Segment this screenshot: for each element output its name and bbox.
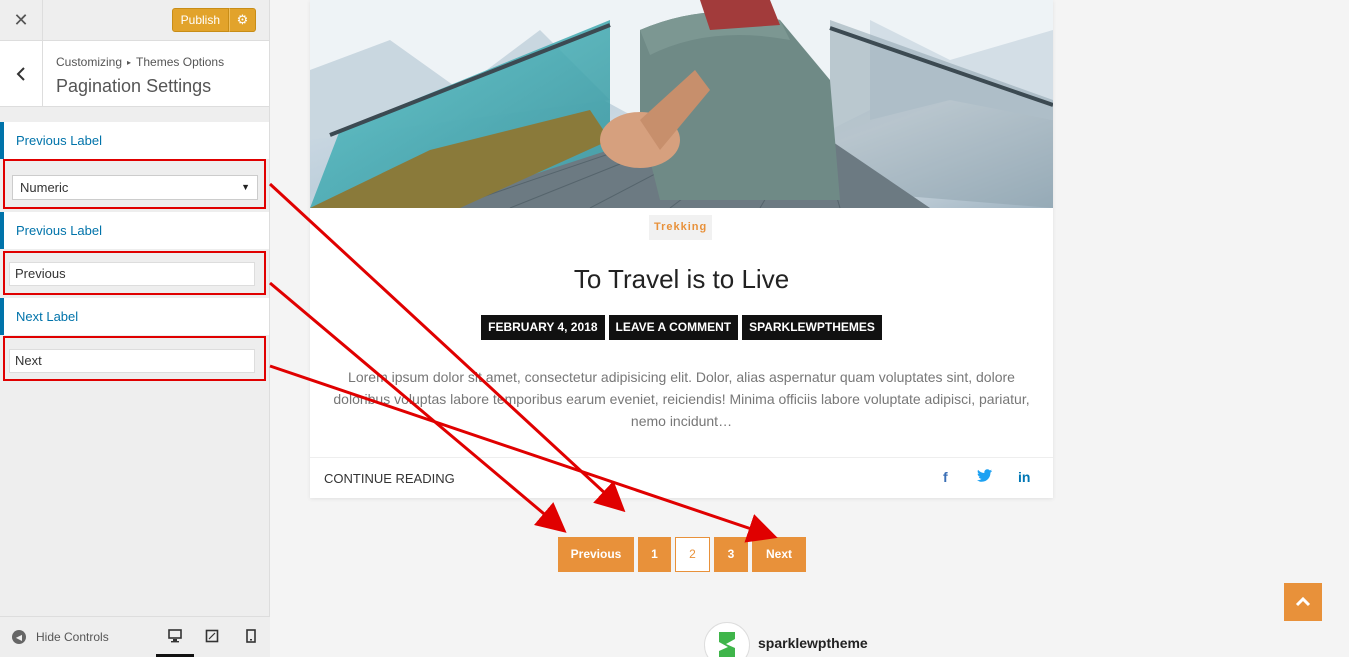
breadcrumb-separator: ▸ [127,58,132,67]
sidebar-footer: ◀ Hide Controls [0,616,270,657]
linkedin-icon: in [1018,469,1031,485]
pagination-previous-button[interactable]: Previous [558,537,634,572]
publish-settings-button[interactable]: ⚙ [229,8,256,32]
post-excerpt: Lorem ipsum dolor sit amet, consectetur … [333,369,1030,429]
close-button[interactable]: ✕ [0,0,43,41]
section-title: Pagination Settings [56,76,212,96]
collapse-icon: ◀ [12,630,26,644]
post-author[interactable]: SPARKLEWPTHEMES [742,315,882,340]
breadcrumb-item: Customizing [56,55,123,69]
pagination-current-page: 2 [675,537,710,572]
tablet-preview-button[interactable] [202,629,222,646]
next-label-input[interactable]: Next [9,349,255,373]
select-value: Numeric [20,180,69,195]
mobile-icon [246,629,256,643]
post-date[interactable]: FEBRUARY 4, 2018 [481,315,605,340]
control-label: Previous Label [0,122,269,159]
pagination-page-link[interactable]: 1 [638,537,671,572]
breadcrumb-item: Themes Options [136,55,225,69]
pagination-page-link[interactable]: 3 [714,537,748,572]
gear-icon: ⚙ [236,12,249,27]
customizer-topbar: ✕ Publish ⚙ [0,0,269,41]
chevron-down-icon: ▼ [241,182,250,192]
back-button[interactable] [0,41,43,107]
section-header: Customizing ▸ Themes Options Pagination Se… [0,41,269,107]
linkedin-share-button[interactable]: in [1018,469,1030,485]
customizer-sidebar: ✕ Publish ⚙ Customizing ▸ Themes Options P… [0,0,270,657]
facebook-share-button[interactable]: f [943,469,948,485]
previous-label-input[interactable]: Previous [9,262,255,286]
pagination-type-select[interactable]: Numeric ▼ [12,175,258,200]
continue-reading-link[interactable]: CONTINUE READING [324,471,455,486]
close-icon: ✕ [13,10,29,30]
hero-illustration [310,0,1053,208]
desktop-icon [168,629,182,643]
control-label: Next Label [0,298,269,335]
post-card: Trekking To Travel is to Live FEBRUARY 4… [310,0,1053,498]
footer-logo[interactable] [704,622,750,657]
tablet-icon [205,629,219,643]
brand-logo-icon [719,632,735,657]
publish-group: Publish ⚙ [171,8,256,32]
post-featured-image[interactable] [310,0,1053,208]
footer-brand-name[interactable]: sparklewptheme [758,635,868,651]
mobile-preview-button[interactable] [241,629,261,646]
pagination-next-button[interactable]: Next [752,537,806,572]
publish-button[interactable]: Publish [171,8,229,32]
hide-controls-label: Hide Controls [36,630,109,644]
breadcrumb: Customizing ▸ Themes Options [56,55,224,69]
hide-controls-button[interactable]: ◀ Hide Controls [12,630,109,644]
twitter-share-button[interactable] [977,469,992,485]
chevron-left-icon [16,67,25,81]
leave-comment-link[interactable]: LEAVE A COMMENT [608,315,739,340]
scroll-to-top-button[interactable] [1284,583,1322,621]
control-label: Previous Label [0,212,269,249]
twitter-icon [977,469,992,482]
chevron-up-icon [1295,597,1311,607]
category-tag[interactable]: Trekking [649,215,713,240]
desktop-preview-button[interactable] [165,629,185,646]
facebook-icon: f [943,469,948,485]
pagination: Previous 1 2 3 Next [558,537,806,572]
post-card-footer: CONTINUE READING f in [310,457,1053,498]
post-title[interactable]: To Travel is to Live [310,264,1053,295]
post-meta: FEBRUARY 4, 2018 LEAVE A COMMENT SPARKLE… [310,315,1053,340]
